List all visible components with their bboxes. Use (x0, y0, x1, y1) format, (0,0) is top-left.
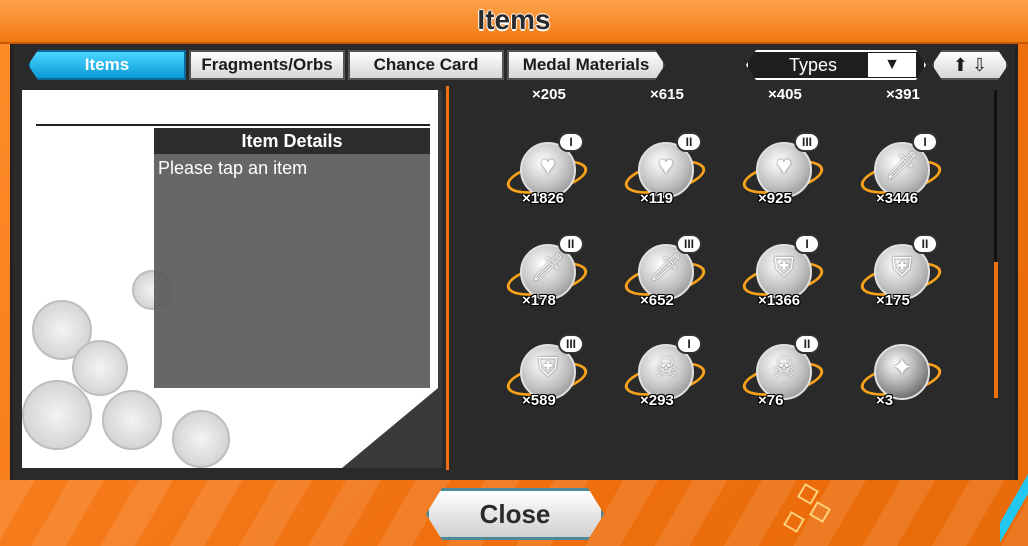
armor-icon: ⛨ (892, 252, 912, 282)
tier-badge: II (794, 334, 820, 354)
sword-icon: 🗡 (531, 252, 565, 282)
item-quantity: ×119 (640, 190, 673, 207)
tier-badge: III (676, 234, 702, 254)
item-details-text: Please tap an item (158, 158, 308, 178)
tier-badge: II (676, 132, 702, 152)
item-quantity: ×1826 (522, 190, 565, 207)
armor-icon: ⛨ (538, 352, 558, 382)
tab-medal-materials[interactable]: Medal Materials (507, 50, 665, 80)
corner-decoration (1000, 470, 1028, 546)
item-quantity: ×405 (768, 86, 802, 103)
item-tile[interactable]: 🗡 II ×178 (502, 234, 592, 314)
coin-decoration (172, 410, 230, 468)
item-quantity: ×3 (876, 392, 894, 409)
panel-divider (446, 86, 449, 470)
tier-badge: II (558, 234, 584, 254)
item-details-header: Item Details (154, 128, 430, 154)
close-button[interactable]: Close (426, 488, 604, 540)
tab-bar: Items Fragments/Orbs Chance Card Medal M… (28, 50, 665, 80)
item-tile[interactable]: ⛨ II ×175 (856, 234, 946, 314)
sword-icon: 🗡 (885, 150, 919, 180)
item-tile[interactable]: ♥ I ×1826 (502, 132, 592, 212)
item-quantity: ×925 (758, 190, 792, 207)
tier-badge: III (794, 132, 820, 152)
item-quantity: ×293 (640, 392, 674, 409)
partial-row: ×205 ×615 ×405 ×391 (452, 86, 992, 106)
heart-icon: ♥ (658, 150, 674, 180)
item-quantity: ×3446 (876, 190, 919, 207)
tier-badge: I (912, 132, 938, 152)
item-quantity: ×589 (522, 392, 556, 409)
item-quantity: ×391 (886, 86, 920, 103)
skull-icon: ☠ (772, 352, 796, 382)
skull-icon: ☠ (654, 352, 678, 382)
coin-decoration (72, 340, 128, 396)
tier-badge: I (794, 234, 820, 254)
tab-items[interactable]: Items (28, 50, 186, 80)
item-tile[interactable]: 🗡 I ×3446 (856, 132, 946, 212)
item-tile[interactable]: ☠ I ×293 (620, 334, 710, 414)
tier-badge: II (912, 234, 938, 254)
armor-icon: ⛨ (774, 252, 794, 282)
item-tile[interactable]: ♥ III ×925 (738, 132, 828, 212)
item-tile[interactable]: ☠ II ×76 (738, 334, 828, 414)
item-tile[interactable]: ⛨ III ×589 (502, 334, 592, 414)
dropdown-arrow-icon: ▼ (868, 53, 916, 77)
item-quantity: ×175 (876, 292, 910, 309)
item-quantity: ×652 (640, 292, 674, 309)
sword-icon: 🗡 (649, 252, 683, 282)
item-tile[interactable]: ♥ II ×119 (620, 132, 710, 212)
sort-down-icon: ⇩ (972, 54, 988, 75)
item-details-body (154, 154, 430, 388)
types-filter-dropdown[interactable]: Types ▼ (746, 50, 926, 80)
item-tile[interactable]: ✦ ×3 (856, 334, 946, 414)
sparkle-icon: ✦ (891, 352, 913, 382)
tab-chance-card[interactable]: Chance Card (348, 50, 504, 80)
item-tile[interactable]: 🗡 III ×652 (620, 234, 710, 314)
tier-badge: I (676, 334, 702, 354)
heart-icon: ♥ (540, 150, 556, 180)
item-quantity: ×76 (758, 392, 784, 409)
coin-decoration (22, 380, 92, 450)
tier-badge: I (558, 132, 584, 152)
sort-button[interactable]: ⬆ ⇩ (932, 50, 1008, 80)
heart-icon: ♥ (776, 150, 792, 180)
types-filter-label: Types (788, 54, 838, 75)
item-grid: ×205 ×615 ×405 ×391 ♥ I ×1826 ♥ II ×119 … (452, 86, 992, 470)
item-quantity: ×1366 (758, 292, 801, 309)
scrollbar-thumb[interactable] (994, 262, 998, 398)
item-tile[interactable]: ⛨ I ×1366 (738, 234, 828, 314)
coin-decoration (102, 390, 162, 450)
item-quantity: ×205 (532, 86, 566, 103)
page-title: Items (477, 4, 551, 35)
tier-badge: III (558, 334, 584, 354)
detail-divider (36, 124, 430, 126)
item-quantity: ×615 (650, 86, 684, 103)
sort-up-icon: ⬆ (952, 54, 968, 75)
tab-fragments-orbs[interactable]: Fragments/Orbs (189, 50, 345, 80)
item-quantity: ×178 (522, 292, 556, 309)
